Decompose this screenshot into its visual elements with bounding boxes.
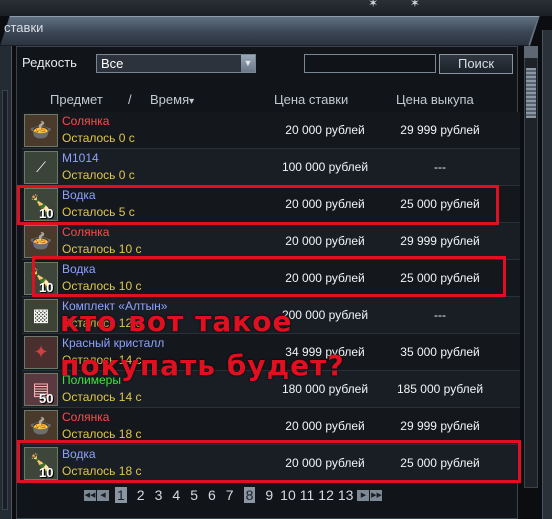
- page-8[interactable]: 8: [243, 487, 256, 503]
- window-title: ставки: [4, 20, 44, 35]
- page-13[interactable]: 13: [338, 487, 354, 503]
- lot-buyout: 29 999 рублей: [400, 123, 480, 137]
- lot-name: Красный кристалл: [62, 336, 165, 350]
- highlight-box: [17, 440, 521, 483]
- left-rail: [0, 46, 12, 519]
- soup-pot-icon: 🍲: [24, 225, 58, 258]
- lot-list: 🍲 Солянка Осталось 0 с 20 000 рублей 29 …: [22, 112, 520, 482]
- header-item[interactable]: Предмет: [50, 92, 103, 107]
- search-input[interactable]: [304, 54, 436, 73]
- highlight-box: [32, 256, 506, 297]
- lot-row[interactable]: 🍲 Солянка Осталось 0 с 20 000 рублей 29 …: [22, 112, 520, 149]
- search-button[interactable]: Поиск: [439, 54, 513, 74]
- page-4[interactable]: 4: [172, 487, 180, 503]
- chevron-down-icon[interactable]: ▼: [241, 55, 255, 72]
- lot-buyout: ---: [434, 160, 446, 174]
- next-page-icon[interactable]: ▶: [357, 489, 370, 501]
- lot-buyout: ---: [434, 308, 446, 322]
- lot-bid: 180 000 рублей: [281, 382, 369, 396]
- soup-pot-icon: 🍲: [24, 114, 58, 147]
- top-strip: ✶ ✶: [0, 0, 552, 16]
- lot-buyout: 35 000 рублей: [400, 345, 480, 359]
- lot-row[interactable]: ⟋ М1014 Осталось 0 с 100 000 рублей ---: [22, 149, 520, 186]
- page-5[interactable]: 5: [190, 487, 198, 503]
- header-buyout[interactable]: Цена выкупа: [396, 92, 474, 107]
- lot-time-left: Осталось 14 с: [62, 390, 142, 404]
- right-rail: [542, 30, 552, 519]
- header-time[interactable]: Время▾: [150, 92, 194, 107]
- rarity-select[interactable]: Все ▼: [96, 54, 256, 73]
- page-1[interactable]: 1: [115, 487, 127, 503]
- rarity-value: Все: [101, 56, 124, 71]
- lot-name: Солянка: [62, 410, 110, 424]
- lot-buyout: 29 999 рублей: [400, 234, 480, 248]
- left-rail-bar: [2, 90, 8, 510]
- highlight-box: [17, 185, 499, 225]
- lot-buyout: 29 999 рублей: [400, 419, 480, 433]
- armor-set-icon: ▩: [24, 299, 58, 332]
- header-time-label: Время: [150, 92, 190, 107]
- prev-page-icon[interactable]: ◀: [97, 489, 109, 501]
- lot-bid: 100 000 рублей: [281, 160, 369, 174]
- annotation-line-2: покупать будет?: [60, 349, 345, 382]
- page-12[interactable]: 12: [318, 487, 334, 503]
- lot-time-left: Осталось 18 с: [62, 427, 142, 441]
- page-7[interactable]: 7: [226, 487, 234, 503]
- lot-name: М1014: [62, 151, 99, 165]
- lot-name: Солянка: [62, 114, 110, 128]
- page-2[interactable]: 2: [137, 487, 145, 503]
- page-10[interactable]: 10: [280, 487, 296, 503]
- sort-arrow-icon: ▾: [189, 96, 195, 107]
- pagination: ◀◀ ◀ 1 2 3 4 5 6 7 8 9 10 11 12 13 ▶ ▶▶: [84, 486, 383, 504]
- lot-time-left: Осталось 10 с: [62, 242, 142, 256]
- shotgun-icon: ⟋: [24, 151, 58, 184]
- page-11[interactable]: 11: [300, 487, 315, 503]
- lot-time-left: Осталось 0 с: [62, 131, 135, 145]
- lot-bid: 20 000 рублей: [285, 419, 365, 433]
- lot-quantity: 50: [39, 391, 54, 406]
- window-control-icons[interactable]: ✶ ✶: [368, 0, 434, 10]
- lot-time-left: Осталось 0 с: [62, 168, 135, 182]
- lot-buyout: 185 000 рублей: [396, 382, 484, 396]
- last-page-icon[interactable]: ▶▶: [370, 489, 383, 501]
- scroll-up-icon[interactable]: [524, 46, 538, 58]
- page-9[interactable]: 9: [265, 487, 273, 503]
- rarity-label: Редкость: [22, 55, 77, 70]
- first-page-icon[interactable]: ◀◀: [84, 489, 96, 501]
- header-bid[interactable]: Цена ставки: [274, 92, 348, 107]
- title-bar: [0, 16, 540, 46]
- red-crystal-icon: ✦: [24, 336, 58, 369]
- scrollbar-thumb[interactable]: [526, 68, 536, 118]
- lot-bid: 20 000 рублей: [285, 123, 365, 137]
- page-6[interactable]: 6: [208, 487, 216, 503]
- lot-bid: 20 000 рублей: [285, 234, 365, 248]
- annotation-line-1: кто вот такое: [60, 305, 293, 338]
- page-3[interactable]: 3: [155, 487, 163, 503]
- soup-pot-icon: 🍲: [24, 410, 58, 443]
- lot-name: Солянка: [62, 225, 110, 239]
- lot-row[interactable]: 🍲 Солянка Осталось 10 с 20 000 рублей 29…: [22, 223, 520, 260]
- polymer-pack-icon: ▤ 50: [24, 373, 58, 406]
- header-separator: /: [128, 92, 132, 107]
